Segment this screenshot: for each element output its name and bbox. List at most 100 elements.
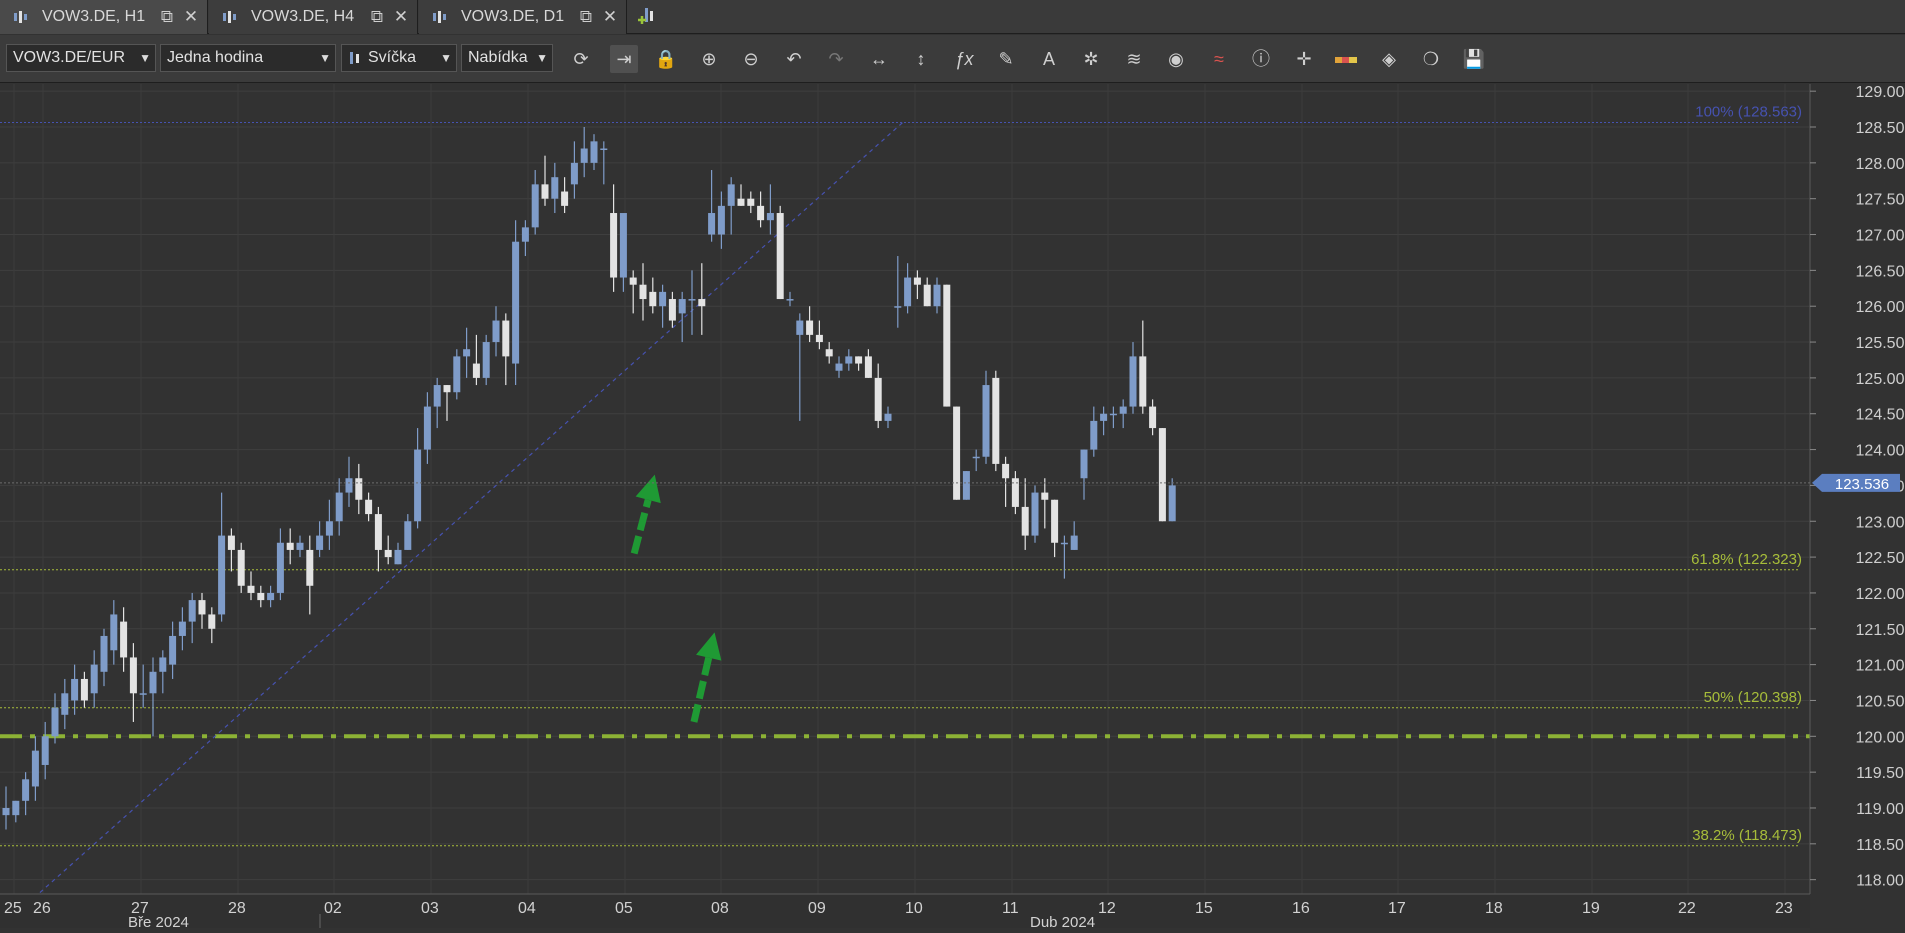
x-tick-label: 19 <box>1582 900 1600 917</box>
candle-body <box>100 635 108 672</box>
chart-area[interactable]: 100% (128.563) 61.8% (122.323) 50% (120.39… <box>0 84 1905 931</box>
visibility-button[interactable]: ◉ <box>1162 45 1190 73</box>
price-type-select[interactable]: Nabídka ▼ <box>461 44 553 72</box>
current-price-label: 123.536 <box>1835 476 1889 493</box>
info-button[interactable]: ⓘ <box>1247 45 1275 73</box>
zoom-out-button[interactable]: ⊖ <box>737 45 765 73</box>
popout-icon[interactable]: ⧉ <box>369 8 385 25</box>
templates-button[interactable]: ❍ <box>1417 45 1445 73</box>
y-tick-label: 118.50 <box>1856 837 1904 854</box>
candle-body <box>169 635 177 665</box>
candle-body <box>962 471 970 500</box>
candle-body <box>757 205 765 221</box>
candle-body <box>286 542 294 550</box>
text-tool-button[interactable]: A <box>1035 45 1063 73</box>
candlestick-icon <box>433 11 446 23</box>
candle-body <box>874 377 882 421</box>
y-tick-label: 119.50 <box>1856 765 1904 782</box>
candle-body <box>1100 413 1108 421</box>
chevron-down-icon: ▼ <box>440 51 452 65</box>
candle-body <box>1031 492 1039 536</box>
x-tick-label: 22 <box>1678 900 1696 917</box>
candle-body <box>904 277 912 307</box>
vertical-scale-button[interactable]: ↕ <box>907 45 935 73</box>
period-select[interactable]: Jedna hodina ▼ <box>160 44 336 72</box>
x-tick-label: 15 <box>1195 900 1213 917</box>
horizontal-scale-button[interactable]: ↔ <box>865 45 893 73</box>
y-tick-label: 120.50 <box>1856 693 1905 710</box>
y-tick-label: 118.00 <box>1856 873 1904 890</box>
add-chart-icon[interactable] <box>636 6 658 28</box>
fib-level-label: 50% (120.398) <box>1704 689 1802 706</box>
candle-body <box>531 184 539 228</box>
chevron-down-icon: ▼ <box>319 51 331 65</box>
redo-button[interactable]: ↷ <box>822 45 850 73</box>
candle-body <box>208 614 216 629</box>
candle-body <box>561 191 569 206</box>
chevron-down-icon: ▼ <box>139 51 151 65</box>
alerts-button[interactable]: ≈ <box>1205 45 1233 73</box>
tab-vow3-d1[interactable]: VOW3.DE, D1 ⧉ ✕ <box>419 0 627 34</box>
popout-icon[interactable]: ⧉ <box>578 8 594 25</box>
shift-chart-button[interactable]: ⇥ <box>610 45 638 73</box>
candle-body <box>708 213 716 235</box>
candle-body <box>923 284 931 307</box>
candle-body <box>22 779 30 801</box>
close-icon[interactable]: ✕ <box>183 8 199 25</box>
price-chart[interactable]: 100% (128.563) 61.8% (122.323) 50% (120.39… <box>0 84 1905 931</box>
candle-body <box>374 514 382 550</box>
y-tick-label: 128.00 <box>1856 156 1905 173</box>
y-tick-label: 124.50 <box>1856 407 1905 424</box>
candle-body <box>953 406 961 500</box>
candle-body <box>472 363 480 378</box>
candle-body <box>394 549 402 565</box>
refresh-button[interactable]: ⟳ <box>567 45 595 73</box>
candle-body <box>678 299 686 314</box>
x-tick-label: 16 <box>1292 900 1310 917</box>
candle-body <box>639 284 647 300</box>
candle-body <box>139 693 147 695</box>
lock-button[interactable]: 🔒 <box>652 45 680 73</box>
undo-button[interactable]: ↶ <box>780 45 808 73</box>
instrument-select[interactable]: VOW3.DE/EUR ▼ <box>6 44 156 72</box>
y-tick-label: 120.00 <box>1856 729 1905 746</box>
x-tick-label: 03 <box>421 900 439 917</box>
zoom-in-button[interactable]: ⊕ <box>695 45 723 73</box>
candle-body <box>1070 535 1078 550</box>
tab-vow3-h1[interactable]: VOW3.DE, H1 ⧉ ✕ <box>0 0 208 34</box>
candle-body <box>1041 492 1049 500</box>
instrument-value: VOW3.DE/EUR <box>13 49 126 66</box>
color-scheme-button[interactable] <box>1332 45 1360 73</box>
y-tick-label: 124.00 <box>1856 443 1905 460</box>
y-tick-label: 127.50 <box>1856 192 1905 209</box>
candle-body <box>806 320 814 335</box>
crosshair-button[interactable]: ✛ <box>1290 45 1318 73</box>
candle-body <box>463 349 471 357</box>
candle-body <box>149 671 157 694</box>
x-tick-label: 10 <box>905 900 923 917</box>
close-icon[interactable]: ✕ <box>602 8 618 25</box>
indicators-button[interactable]: ƒx <box>950 45 978 73</box>
x-tick-label: 26 <box>33 900 51 917</box>
candle-body <box>698 299 706 307</box>
y-tick-label: 125.00 <box>1856 371 1905 388</box>
candle-body <box>276 542 284 593</box>
drawing-tool-button[interactable]: ✎ <box>992 45 1020 73</box>
fill-button[interactable]: ◈ <box>1375 45 1403 73</box>
candle-body <box>747 198 755 206</box>
candle-body <box>541 184 549 199</box>
candle-body <box>992 377 1000 464</box>
tab-vow3-h4[interactable]: VOW3.DE, H4 ⧉ ✕ <box>209 0 418 34</box>
close-icon[interactable]: ✕ <box>393 8 409 25</box>
save-button[interactable]: 💾 <box>1460 45 1488 73</box>
y-tick-label: 128.50 <box>1856 120 1905 137</box>
x-tick-label: 11 <box>1002 900 1019 917</box>
layers-button[interactable]: ≋ <box>1120 45 1148 73</box>
tab-bar: VOW3.DE, H1 ⧉ ✕ VOW3.DE, H4 ⧉ ✕ VOW3.DE,… <box>0 0 1905 34</box>
objects-button[interactable]: ✲ <box>1077 45 1105 73</box>
popout-icon[interactable]: ⧉ <box>159 8 175 25</box>
candle-body <box>845 356 853 364</box>
chart-type-select[interactable]: Svíčka ▼ <box>341 44 457 72</box>
x-tick-label: 23 <box>1775 900 1793 917</box>
candle-body <box>218 535 226 615</box>
